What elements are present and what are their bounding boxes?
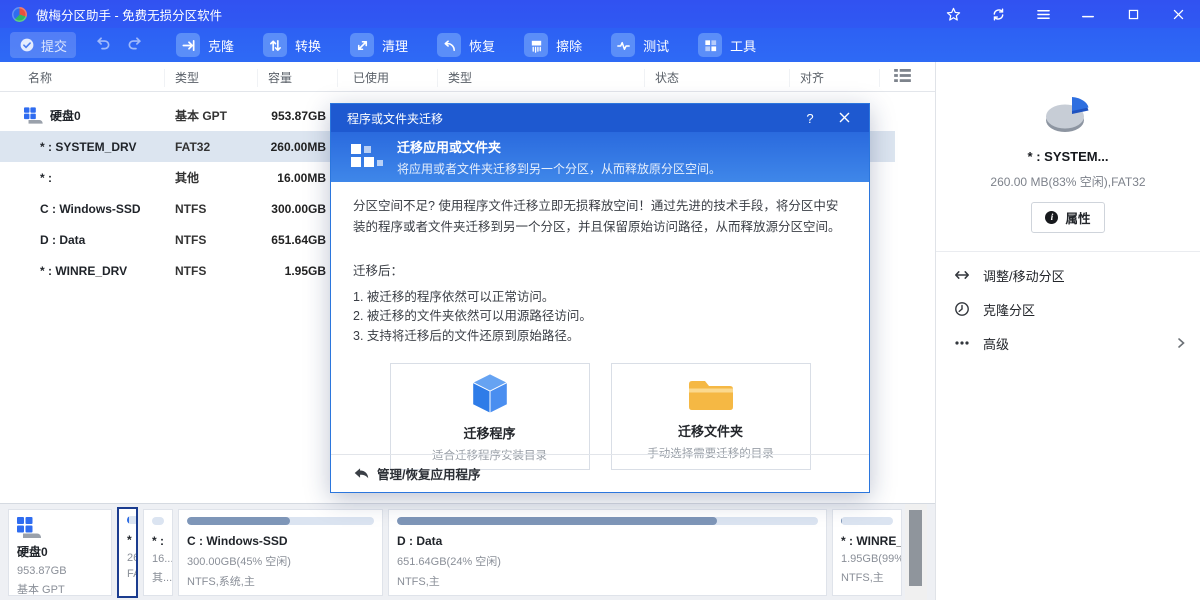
toolbar-item-erase[interactable]: 擦除 — [524, 33, 582, 57]
chevron-right-icon — [1176, 337, 1186, 349]
after-item-2: 2. 被迁移的文件夹依然可以用源路径访问。 — [353, 309, 847, 325]
maximize-icon[interactable] — [1125, 6, 1141, 22]
after-migration-label: 迁移后： — [353, 260, 847, 279]
app-window: 傲梅分区助手 - 免费无损分区软件 提 — [0, 0, 1200, 600]
undo-icon[interactable] — [94, 34, 111, 56]
help-icon[interactable]: ? — [801, 111, 819, 126]
table-header: 名称 类型 容量 已使用 类型 状态 对齐 — [0, 64, 935, 92]
disk-map-panel: 硬盘0 953.87GB 基本 GPT * : ... 260.. FA... … — [0, 503, 935, 600]
folder-icon — [686, 372, 736, 416]
more-dots-icon — [954, 335, 970, 351]
app-blocks-icon — [351, 144, 384, 171]
dialog-titlebar: 程序或文件夹迁移 ? — [331, 104, 869, 132]
banner-heading: 迁移应用或文件夹 — [397, 137, 721, 156]
close-icon[interactable] — [1170, 6, 1186, 22]
toolbar-item-label: 清理 — [382, 36, 408, 55]
column-status: 状态 — [645, 69, 790, 87]
toolbar: 提交 克隆 转换 清理 — [0, 28, 1200, 62]
toolbar-item-label: 测试 — [643, 36, 669, 55]
sidebar-item-clone-partition[interactable]: 克隆分区 — [936, 292, 1200, 326]
sidebar-item-resize-move[interactable]: 调整/移动分区 — [936, 258, 1200, 292]
partition-card-d[interactable]: D : Data 651.64GB(24% 空闲) NTFS,主 — [388, 509, 827, 596]
toolbar-item-clone[interactable]: 克隆 — [176, 33, 234, 57]
column-name: 名称 — [0, 69, 165, 87]
column-settings-icon[interactable] — [880, 69, 935, 87]
column-used: 已使用 — [338, 69, 438, 87]
clone-partition-icon — [954, 301, 970, 317]
submit-label: 提交 — [41, 36, 67, 55]
manage-restore-apps-link[interactable]: 管理/恢复应用程序 — [377, 464, 480, 483]
back-arrow-icon — [353, 466, 369, 481]
scrollbar-thumb[interactable] — [909, 510, 922, 586]
banner-subheading: 将应用或者文件夹迁移到另一个分区，从而释放原分区空间。 — [397, 160, 721, 177]
resize-move-icon — [954, 267, 970, 283]
after-item-1: 1. 被迁移的程序依然可以正常访问。 — [353, 290, 847, 306]
redo-icon[interactable] — [127, 34, 144, 56]
partition-card-system-drv[interactable]: * : ... 260.. FA... — [117, 507, 138, 598]
recover-icon — [437, 33, 461, 57]
dialog-intro-text: 分区空间不足? 使用程序文件迁移立即无损释放空间！通过先进的技术手段，将分区中安… — [353, 196, 847, 239]
toolbar-item-test[interactable]: 测试 — [611, 33, 669, 57]
column-capacity: 容量 — [258, 69, 338, 87]
scrollbar-track[interactable] — [905, 504, 927, 600]
toolbar-item-label: 克隆 — [208, 36, 234, 55]
menu-icon[interactable] — [1035, 6, 1051, 22]
submit-button[interactable]: 提交 — [10, 32, 76, 58]
minimize-icon[interactable] — [1080, 6, 1096, 22]
window-title: 傲梅分区助手 - 免费无损分区软件 — [36, 5, 222, 24]
dialog-close-icon[interactable] — [835, 111, 853, 126]
partition-card-winre[interactable]: * : WINRE_... 1.95GB(99%... NTFS,主 — [832, 509, 902, 596]
dialog-banner: 迁移应用或文件夹 将应用或者文件夹迁移到另一个分区，从而释放原分区空间。 — [331, 132, 869, 182]
clean-icon — [350, 33, 374, 57]
migrate-dialog: 程序或文件夹迁移 ? 迁移应用或文件夹 将应用或者文件夹迁移到另一个分区，从而释… — [330, 103, 870, 493]
column-type: 类型 — [165, 69, 258, 87]
toolbar-item-recover[interactable]: 恢复 — [437, 33, 495, 57]
partition-card-c[interactable]: C : Windows-SSD 300.00GB(45% 空闲) NTFS,系统… — [178, 509, 383, 596]
dialog-footer: 管理/恢复应用程序 — [331, 454, 869, 492]
toolbar-item-label: 擦除 — [556, 36, 582, 55]
toolbar-item-label: 工具 — [730, 36, 756, 55]
disk-icon — [17, 517, 103, 539]
toolbar-item-clean[interactable]: 清理 — [350, 33, 408, 57]
selected-partition-info: 260.00 MB(83% 空闲),FAT32 — [990, 173, 1145, 190]
toolbar-item-tools[interactable]: 工具 — [698, 33, 756, 57]
partition-pie-icon — [1037, 90, 1099, 143]
column-align: 对齐 — [790, 69, 880, 87]
cube-icon — [465, 370, 515, 418]
tools-icon — [698, 33, 722, 57]
toolbar-item-label: 恢复 — [469, 36, 495, 55]
info-icon: i — [1045, 211, 1058, 224]
partition-card-reserved[interactable]: * : 16.... 其... — [143, 509, 173, 596]
disk-icon — [24, 107, 44, 124]
dialog-title: 程序或文件夹迁移 — [347, 110, 785, 127]
toolbar-item-convert[interactable]: 转换 — [263, 33, 321, 57]
app-logo-icon — [12, 7, 27, 22]
column-type2: 类型 — [438, 69, 645, 87]
properties-button[interactable]: i 属性 — [1031, 202, 1104, 233]
favorite-star-icon[interactable] — [945, 6, 961, 22]
disk-summary-card[interactable]: 硬盘0 953.87GB 基本 GPT — [8, 509, 112, 596]
erase-icon — [524, 33, 548, 57]
after-item-3: 3. 支持将迁移后的文件还原到原始路径。 — [353, 329, 847, 345]
right-sidebar: * : SYSTEM... 260.00 MB(83% 空闲),FAT32 i … — [935, 62, 1200, 600]
test-icon — [611, 33, 635, 57]
clone-icon — [176, 33, 200, 57]
refresh-icon[interactable] — [990, 6, 1006, 22]
toolbar-item-label: 转换 — [295, 36, 321, 55]
selected-partition-name: * : SYSTEM... — [1028, 149, 1109, 164]
sidebar-item-advanced[interactable]: 高级 — [936, 326, 1200, 360]
convert-icon — [263, 33, 287, 57]
titlebar: 傲梅分区助手 - 免费无损分区软件 — [0, 0, 1200, 28]
